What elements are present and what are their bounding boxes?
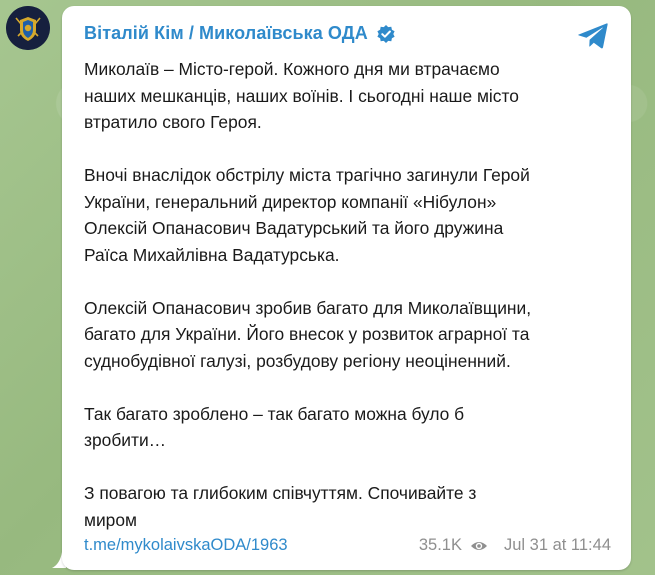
coat-of-arms-icon [6,6,50,50]
verified-badge-icon [377,24,395,43]
message-bubble: Віталій Кім / Миколаївська ОДА Миколаїв … [62,6,631,570]
channel-header: Віталій Кім / Миколаївська ОДА [84,23,396,44]
message-link[interactable]: t.me/mykolaivskaODA/1963 [84,536,288,555]
message-paragraph: З повагою та глибоким співчуттям. Спочив… [84,483,477,530]
telegram-plane-icon[interactable] [577,22,609,50]
message-paragraph: Миколаїв – Місто-герой. Кожного дня ми в… [84,59,519,132]
message-paragraph: Вночі внаслідок обстрілу міста трагічно … [84,165,530,265]
message-text: Миколаїв – Місто-герой. Кожного дня ми в… [84,56,614,533]
channel-avatar[interactable] [6,6,50,50]
message-meta: 35.1K Jul 31 at 11:44 [419,536,611,555]
channel-name[interactable]: Віталій Кім / Миколаївська ОДА [84,23,368,44]
eye-icon [470,541,487,550]
view-count: 35.1K [418,536,462,554]
message-paragraph: Олексій Опанасович зробив багато для Мик… [84,297,532,371]
message-paragraph: Так багато зроблено – так багато можна б… [84,403,465,451]
message-timestamp: Jul 31 at 11:44 [503,536,611,554]
